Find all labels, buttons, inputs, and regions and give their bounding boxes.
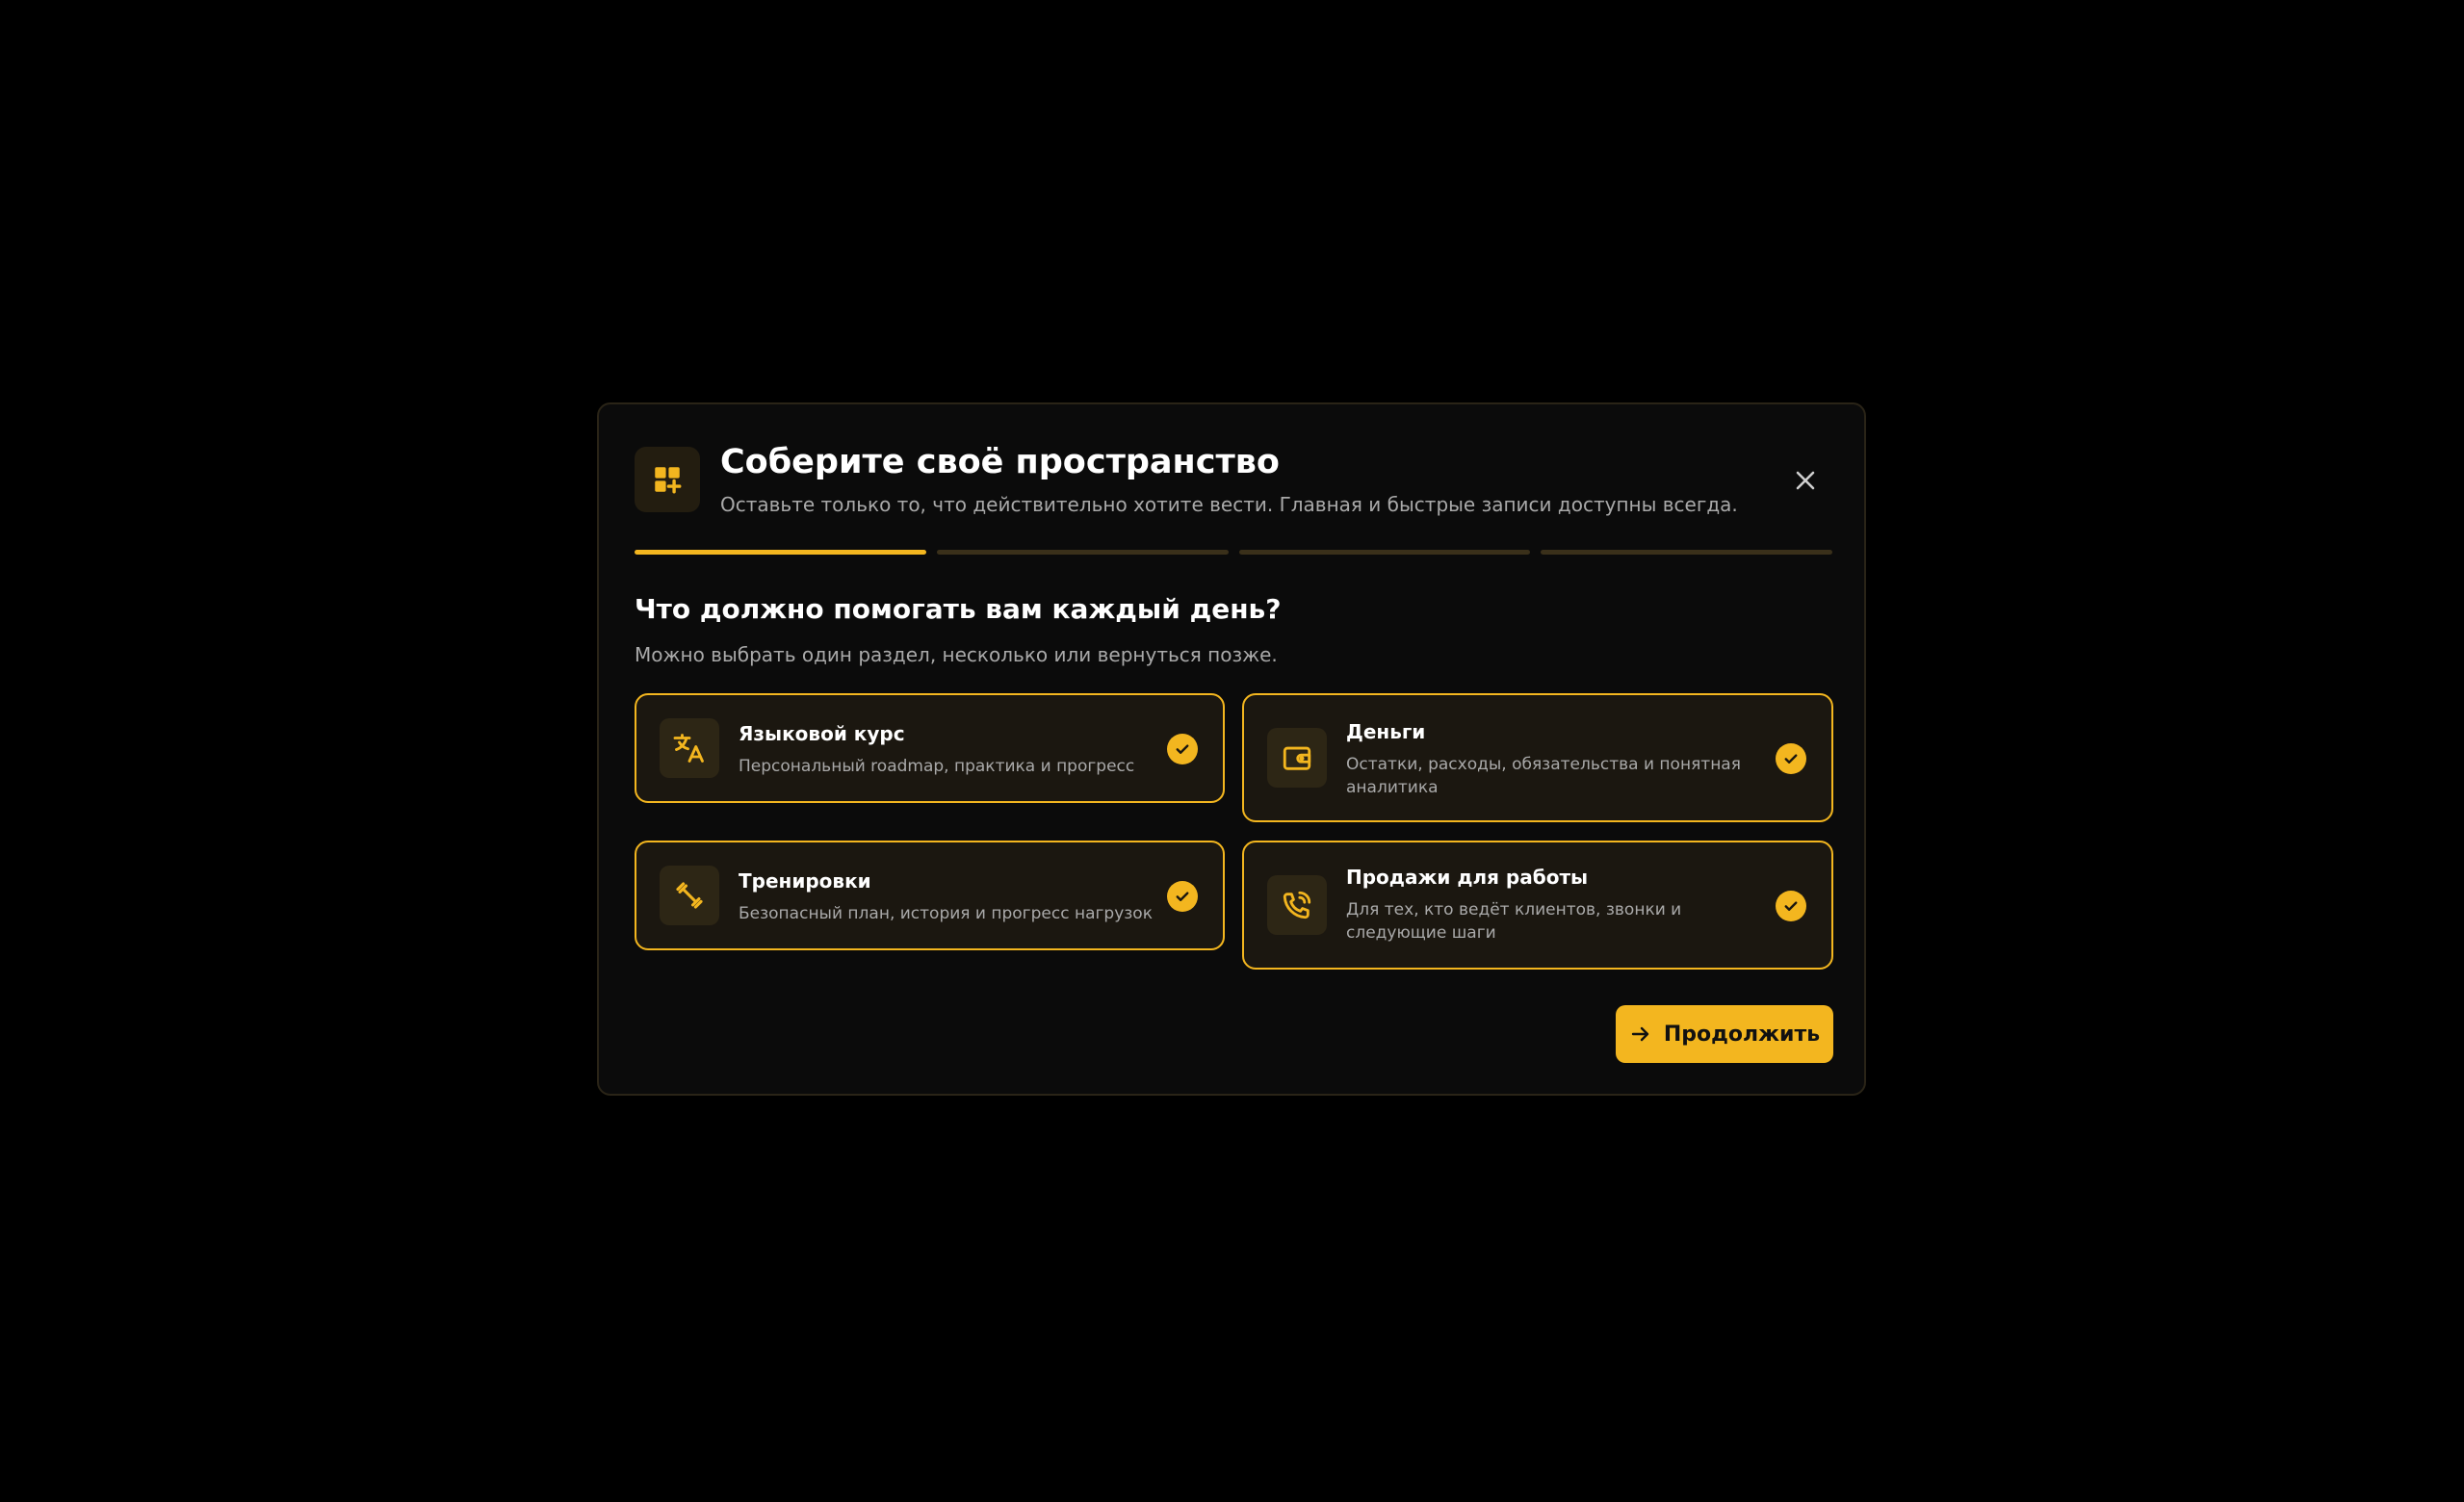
close-button[interactable] <box>1789 464 1822 497</box>
option-card-sales[interactable]: Продажи для работы Для тех, кто ведёт кл… <box>1242 841 1833 970</box>
option-title: Продажи для работы <box>1346 866 1589 889</box>
check-icon <box>1776 743 1806 774</box>
check-icon <box>1167 734 1198 764</box>
option-description: Для тех, кто ведёт клиентов, звонки и сл… <box>1346 900 1682 943</box>
option-card-money[interactable]: Деньги Остатки, расходы, обязательства и… <box>1242 693 1833 822</box>
dashboard-add-icon <box>635 447 700 512</box>
option-title: Языковой курс <box>739 722 905 745</box>
check-icon <box>1167 881 1198 912</box>
check-icon <box>1776 891 1806 921</box>
close-icon <box>1796 471 1815 490</box>
option-card-training[interactable]: Тренировки Безопасный план, история и пр… <box>635 841 1225 950</box>
option-description: Безопасный план, история и прогресс нагр… <box>739 904 1153 923</box>
progress-step-1 <box>635 550 926 555</box>
option-card-language[interactable]: Языковой курс Персональный roadmap, прак… <box>635 693 1225 803</box>
phone-call-icon <box>1267 875 1327 935</box>
continue-label: Продолжить <box>1663 1022 1821 1047</box>
progress-step-3 <box>1238 550 1531 555</box>
continue-button[interactable]: Продолжить <box>1616 1005 1833 1063</box>
question-subtitle: Можно выбрать один раздел, несколько или… <box>635 643 1278 666</box>
modal-subtitle: Оставьте только то, что действительно хо… <box>720 493 1738 516</box>
translate-icon <box>660 718 719 778</box>
option-description: Остатки, расходы, обязательства и понятн… <box>1346 755 1741 797</box>
progress-step-2 <box>936 550 1229 555</box>
modal-title: Соберите своё пространство <box>720 443 1280 481</box>
arrow-right-icon <box>1631 1026 1649 1042</box>
option-title: Деньги <box>1346 720 1426 743</box>
wallet-icon <box>1267 728 1327 788</box>
progress-step-4 <box>1541 550 1832 555</box>
question-title: Что должно помогать вам каждый день? <box>635 593 1282 625</box>
onboarding-modal: Соберите своё пространство Оставьте толь… <box>597 402 1866 1096</box>
option-description: Персональный roadmap, практика и прогрес… <box>739 757 1135 776</box>
dumbbell-icon <box>660 866 719 925</box>
screen-backdrop: Соберите своё пространство Оставьте толь… <box>0 0 2464 1502</box>
step-progress <box>635 550 1832 555</box>
option-title: Тренировки <box>739 869 871 893</box>
